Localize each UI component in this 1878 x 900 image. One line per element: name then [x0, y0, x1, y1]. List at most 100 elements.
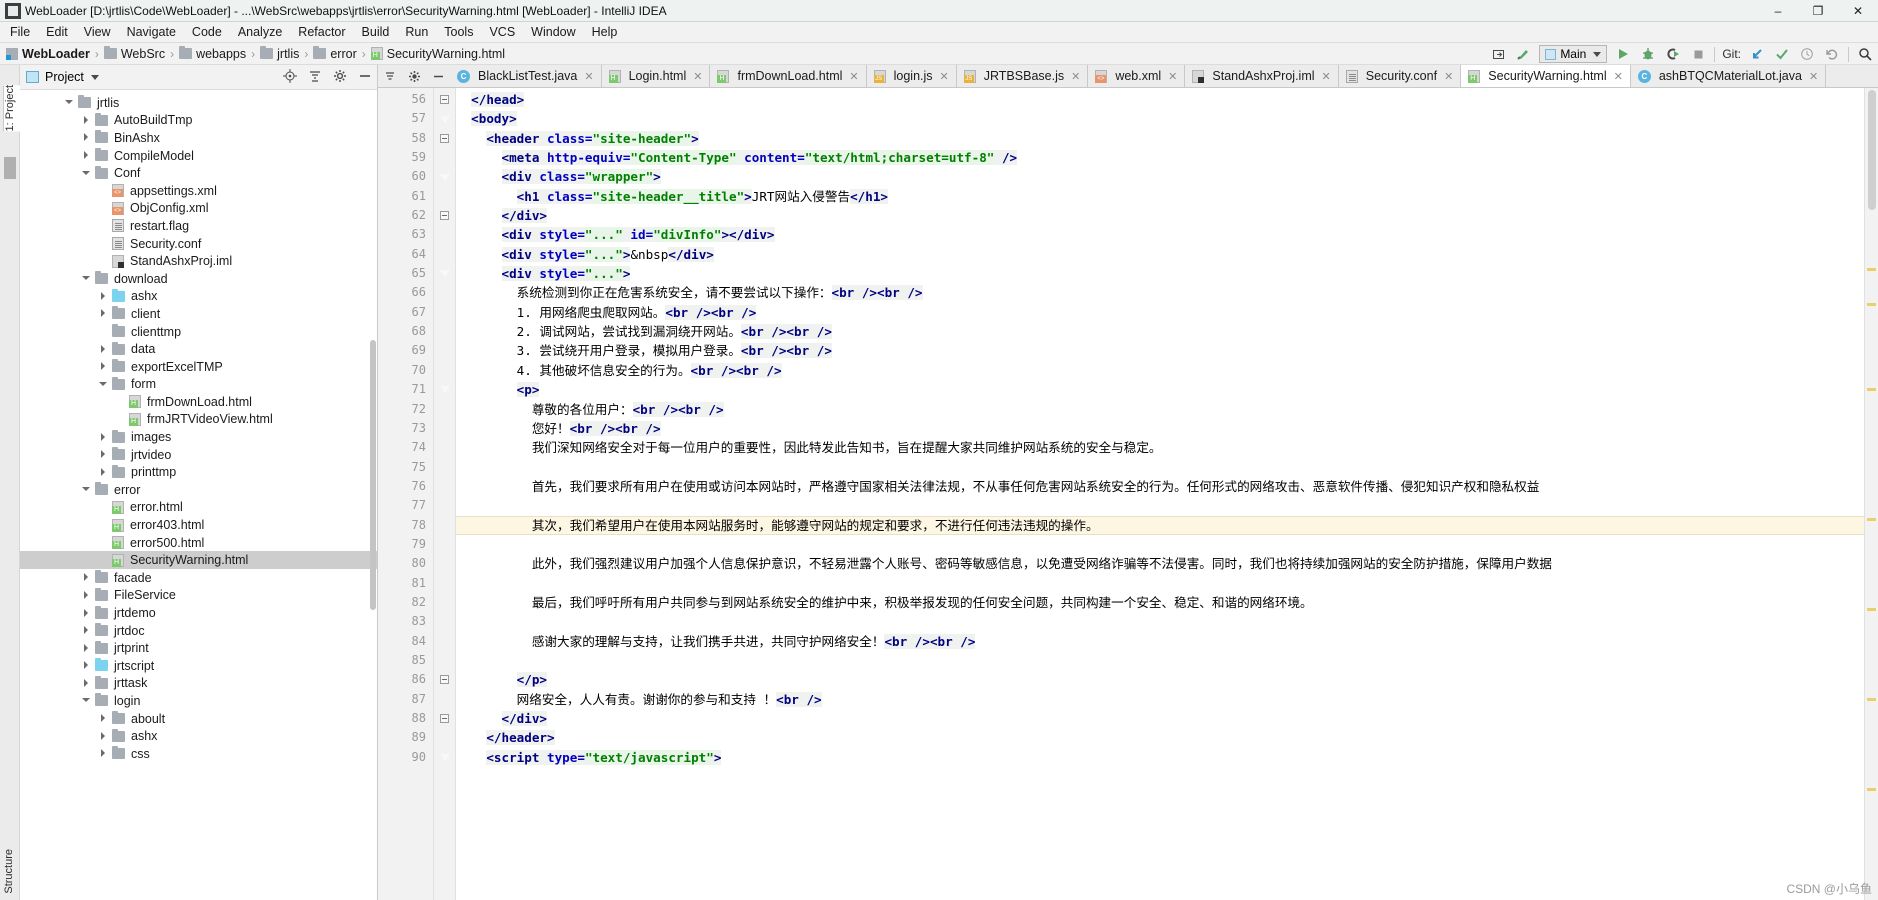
menu-item-analyze[interactable]: Analyze — [230, 23, 290, 41]
collapse-all-icon[interactable] — [308, 69, 322, 86]
warning-marker[interactable] — [1867, 788, 1876, 791]
tree-item-jrtdoc[interactable]: jrtdoc — [20, 622, 377, 640]
menu-item-run[interactable]: Run — [397, 23, 436, 41]
chevron-right-icon[interactable] — [82, 626, 91, 635]
tree-item-images[interactable]: images — [20, 428, 377, 446]
project-tree-scrollbar[interactable] — [370, 340, 376, 610]
tree-item-client[interactable]: client — [20, 305, 377, 323]
chevron-right-icon[interactable] — [82, 151, 91, 160]
menu-item-help[interactable]: Help — [584, 23, 626, 41]
editor-tab-frmdownload-html[interactable]: frmDownLoad.html ✕ — [710, 65, 867, 87]
breadcrumb-item-webloader[interactable]: WebLoader — [6, 47, 90, 61]
menu-item-view[interactable]: View — [76, 23, 119, 41]
tree-item-autobuildtmp[interactable]: AutoBuildTmp — [20, 112, 377, 130]
editor-right-scrollbar[interactable] — [1864, 88, 1878, 900]
breadcrumb-item-websrc[interactable]: WebSrc — [103, 46, 165, 61]
hide-icon[interactable] — [358, 69, 372, 86]
warning-marker[interactable] — [1867, 303, 1876, 306]
minimize-tool-window-icon[interactable] — [1489, 45, 1507, 63]
close-tab-icon[interactable]: ✕ — [1809, 70, 1818, 83]
chevron-right-icon[interactable] — [82, 643, 91, 653]
fold-region-icon[interactable] — [434, 167, 455, 186]
fold-collapse-icon[interactable] — [434, 709, 455, 728]
tree-item-conf[interactable]: Conf — [20, 164, 377, 182]
search-everywhere-icon[interactable] — [1856, 45, 1874, 63]
warning-marker[interactable] — [1867, 268, 1876, 271]
menu-item-refactor[interactable]: Refactor — [290, 23, 353, 41]
menu-item-window[interactable]: Window — [523, 23, 583, 41]
chevron-down-icon[interactable] — [82, 696, 91, 705]
chevron-right-icon[interactable] — [99, 344, 108, 354]
tab-list-icon[interactable] — [378, 65, 402, 87]
tree-item-jrtdemo[interactable]: jrtdemo — [20, 604, 377, 622]
fold-region-icon[interactable] — [434, 264, 455, 283]
maximize-button[interactable]: ❐ — [1798, 0, 1838, 22]
menu-item-code[interactable]: Code — [184, 23, 230, 41]
editor-tab-standashxproj-iml[interactable]: StandAshxProj.iml ✕ — [1185, 65, 1339, 87]
run-configuration-selector[interactable]: Main — [1539, 45, 1608, 63]
tree-item-printtmp[interactable]: printtmp — [20, 463, 377, 481]
tree-item-securitywarning-html[interactable]: SecurityWarning.html — [20, 551, 377, 570]
tree-item-frmdownload-html[interactable]: frmDownLoad.html — [20, 393, 377, 411]
chevron-right-icon[interactable] — [99, 467, 108, 477]
tree-item-binashx[interactable]: BinAshx — [20, 129, 377, 147]
chevron-right-icon[interactable] — [99, 714, 108, 723]
tree-item-ashx[interactable]: ashx — [20, 727, 377, 745]
menu-item-build[interactable]: Build — [354, 23, 398, 41]
tab-hide-icon[interactable] — [426, 65, 450, 87]
chevron-right-icon[interactable] — [82, 661, 91, 670]
chevron-down-icon[interactable] — [82, 485, 91, 494]
chevron-down-icon[interactable] — [90, 74, 99, 80]
tree-item-objconfig-xml[interactable]: ObjConfig.xml — [20, 200, 377, 218]
tree-item-download[interactable]: download — [20, 270, 377, 288]
close-tab-icon[interactable]: ✕ — [849, 70, 858, 83]
warning-marker[interactable] — [1867, 698, 1876, 701]
tree-item-frmjrtvideoview-html[interactable]: frmJRTVideoView.html — [20, 411, 377, 429]
chevron-right-icon[interactable] — [82, 573, 91, 582]
tree-item-compilemodel[interactable]: CompileModel — [20, 147, 377, 165]
warning-marker[interactable] — [1867, 518, 1876, 521]
tree-item-standashxproj-iml[interactable]: StandAshxProj.iml — [20, 252, 377, 270]
scrollbar-thumb[interactable] — [1868, 90, 1876, 210]
tree-item-jrttask[interactable]: jrttask — [20, 675, 377, 693]
breadcrumb-item-jrtlis[interactable]: jrtlis — [260, 46, 299, 61]
chevron-down-icon[interactable] — [99, 380, 108, 389]
chevron-down-icon[interactable] — [82, 169, 91, 178]
tree-item-appsettings-xml[interactable]: appsettings.xml — [20, 182, 377, 200]
chevron-right-icon[interactable] — [99, 731, 108, 741]
history-icon[interactable] — [1798, 45, 1816, 63]
fold-region-icon[interactable] — [434, 748, 455, 767]
code-folding-gutter[interactable] — [434, 88, 456, 900]
locate-icon[interactable] — [283, 69, 297, 86]
chevron-right-icon[interactable] — [99, 291, 108, 301]
chevron-right-icon[interactable] — [82, 115, 91, 125]
menu-item-edit[interactable]: Edit — [38, 23, 76, 41]
editor-tab-ashbtqcmateriallot-java[interactable]: CashBTQCMaterialLot.java ✕ — [1630, 65, 1827, 87]
editor-tab-blacklisttest-java[interactable]: C BlackListTest.java ✕ — [450, 65, 602, 87]
menu-item-file[interactable]: File — [2, 23, 38, 41]
fold-collapse-icon[interactable] — [434, 129, 455, 148]
tree-item-error[interactable]: error — [20, 481, 377, 499]
close-tab-icon[interactable]: ✕ — [1444, 70, 1453, 83]
fold-collapse-icon[interactable] — [434, 90, 455, 109]
fold-collapse-icon[interactable] — [434, 670, 455, 689]
chevron-right-icon[interactable] — [82, 133, 91, 142]
tree-item-fileservice[interactable]: FileService — [20, 587, 377, 605]
tree-item-login[interactable]: login — [20, 692, 377, 710]
tree-item-restart-flag[interactable]: restart.flag — [20, 217, 377, 235]
commit-icon[interactable] — [1773, 45, 1791, 63]
tree-item-jrtvideo[interactable]: jrtvideo — [20, 446, 377, 464]
tree-item-exportexceltmp[interactable]: exportExcelTMP — [20, 358, 377, 376]
tree-item-facade[interactable]: facade — [20, 569, 377, 587]
tree-item-jrtscript[interactable]: jrtscript — [20, 657, 377, 675]
close-tab-icon[interactable]: ✕ — [1322, 70, 1331, 83]
editor-tab-web-xml[interactable]: web.xml ✕ — [1088, 65, 1186, 87]
warning-marker[interactable] — [1867, 608, 1876, 611]
close-button[interactable]: ✕ — [1838, 0, 1878, 22]
chevron-right-icon[interactable] — [99, 749, 108, 758]
hammer-build-icon[interactable] — [1514, 45, 1532, 63]
chevron-right-icon[interactable] — [99, 362, 108, 371]
tree-item-error403-html[interactable]: error403.html — [20, 516, 377, 534]
tree-item-aboult[interactable]: aboult — [20, 710, 377, 728]
debug-icon[interactable] — [1639, 45, 1657, 63]
